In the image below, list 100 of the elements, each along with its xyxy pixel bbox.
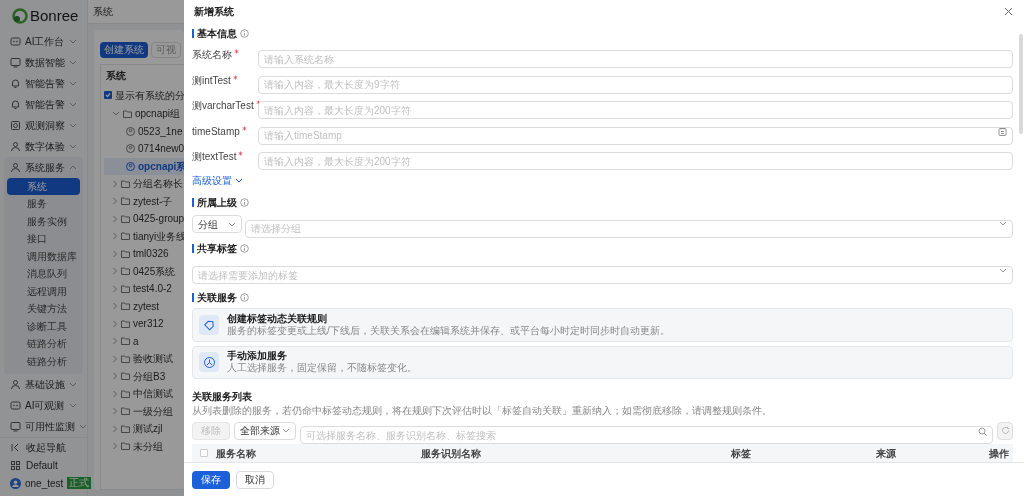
logo-icon [12,7,28,24]
nav-item[interactable]: 智能告警 [4,93,83,115]
tree-node[interactable]: 验收测试 [104,350,184,368]
option-title: 手动添加服务 [227,350,288,362]
monitor-icon [10,56,21,68]
tree-node[interactable]: 一级分组 [104,402,184,420]
people-icon [10,379,21,390]
section-title: 共享标签 [197,242,237,257]
column-header: 服务名称 [216,446,257,461]
column-header: 操作 [988,446,1010,461]
nav-footer-item[interactable]: 收起导航 [4,438,83,456]
column-header: 标签 [730,446,752,461]
field-label: 测textTest [192,150,237,165]
scrollbar-thumb[interactable] [1019,34,1023,134]
drawer-title: 新增系统 [194,4,234,19]
grid-icon [10,459,21,471]
bell-icon [10,77,21,89]
monitor-icon [10,421,21,432]
tree-node[interactable]: tml0326 [104,245,184,263]
user-name[interactable]: one_test [25,475,64,491]
tree-node[interactable]: test4.0-2 [104,280,184,298]
chevron-icon [999,266,1007,274]
nav-item[interactable]: 系统服务 [4,156,83,178]
section-title: 基本信息 [197,26,237,41]
info-icon [240,244,249,254]
scan-icon [10,119,21,131]
tree-node[interactable]: opcnapi组 [104,105,184,123]
nav-subitem[interactable]: 关键方法 [7,300,80,318]
tree-node[interactable]: 0523_1ne [104,122,184,140]
people-icon [10,161,21,173]
tree-node[interactable]: 中信测试 [104,385,184,403]
source-select[interactable]: 全部来源 [234,421,296,440]
tree-node[interactable]: zytest-子 [104,192,184,210]
nav-subitem[interactable]: 系统 [7,177,80,195]
tree-node[interactable]: ver312 [104,315,184,333]
toolbar-button[interactable]: 创建系统 [100,42,148,58]
field-label: 测varcharTest [192,99,254,114]
nav-subitem[interactable]: 服务 [7,195,80,213]
tree-node[interactable]: 未分组 [104,437,184,455]
nav-item[interactable]: 观测洞察 [4,114,83,136]
save-button[interactable]: 保存 [192,470,230,489]
option-card[interactable]: 创建标签动态关联规则 服务的标签变更或上线/下线后，关联关系会在编辑系统并保存、或平台每小时定时同步时自动更新。 [192,308,1013,342]
bell-icon [10,98,21,110]
nav-item[interactable]: AI工作台 [4,30,83,52]
robot-icon [10,400,21,411]
chevron-icon [999,220,1007,228]
checkbox-label: 显示有系统的分 [115,88,185,103]
people-icon [10,140,21,152]
field-label: 测intTest [192,73,231,88]
refresh-icon [1000,426,1010,435]
chevron-icon [282,427,290,434]
nav-subitem[interactable]: 诊断工具 [7,317,80,335]
info-icon [240,197,249,207]
tree-node[interactable]: 测试zjl [104,420,184,438]
advanced-settings-link[interactable]: 高级设置 [192,172,232,188]
nav-subitem[interactable]: 远程调用 [7,282,80,300]
nav-item[interactable]: 可用性监测 [4,416,83,437]
cancel-button[interactable]: 取消 [236,470,274,489]
type-select[interactable]: 分组 [192,215,242,234]
nav-subitem[interactable]: 链路分析 [7,352,80,370]
info-icon [240,292,249,302]
breadcrumb[interactable]: 系统 [93,4,113,19]
search-icon [978,426,987,436]
section-marker [192,292,194,302]
nav-subitem[interactable]: 链路分析 [7,335,80,353]
checkbox[interactable] [200,449,208,458]
tree-node[interactable]: 分组B3 [104,367,184,385]
nav-subitem[interactable]: 消息队列 [7,265,80,283]
field-label: 系统名称 [192,48,232,63]
nav-item[interactable]: 基础设施 [4,374,83,395]
close-button[interactable] [1002,5,1014,17]
section-marker [192,244,194,254]
section-title: 所属上级 [197,195,237,210]
list-description: 从列表删除的服务，若仍命中标签动态规则，将在规则下次评估时以「标签自动关联」重新纳入；如需彻底移除，请调整规则条件。 [192,404,773,419]
folder-icon [123,109,132,118]
option-card[interactable]: 手动添加服务 人工选择服务，固定保留，不随标签变化。 [192,345,1013,380]
field-label: timeStamp [192,124,240,139]
nav-footer-item[interactable]: Default [4,456,83,474]
chevron-icon [228,220,236,228]
env-badge: 正式 [67,477,92,489]
nav-item[interactable]: 数字体验 [4,135,83,157]
tree-node[interactable]: 分组名称长 [104,175,184,193]
option-title: 创建标签动态关联规则 [227,312,328,325]
column-header: 服务识别名称 [421,446,482,461]
nav-subitem[interactable]: 调用数据库 [7,247,80,265]
tree-node[interactable]: 0425系统 [104,262,184,280]
nav-subitem[interactable]: 接口 [7,230,80,248]
person-circle-icon [126,144,135,154]
column-header: 来源 [875,446,897,461]
info-icon [240,28,249,38]
tree-node[interactable]: zytest [104,297,184,315]
nav-subitem[interactable]: 服务实例 [7,212,80,230]
person-circle-icon [126,161,135,171]
collapse-icon [10,441,21,453]
nav-item[interactable]: 数据智能 [4,51,83,73]
nav-item[interactable]: 智能告警 [4,72,83,94]
refresh-button[interactable] [997,421,1013,440]
section-marker [192,28,194,38]
nav-item[interactable]: AI可观测 [4,395,83,416]
tree-node[interactable]: a [104,332,184,350]
